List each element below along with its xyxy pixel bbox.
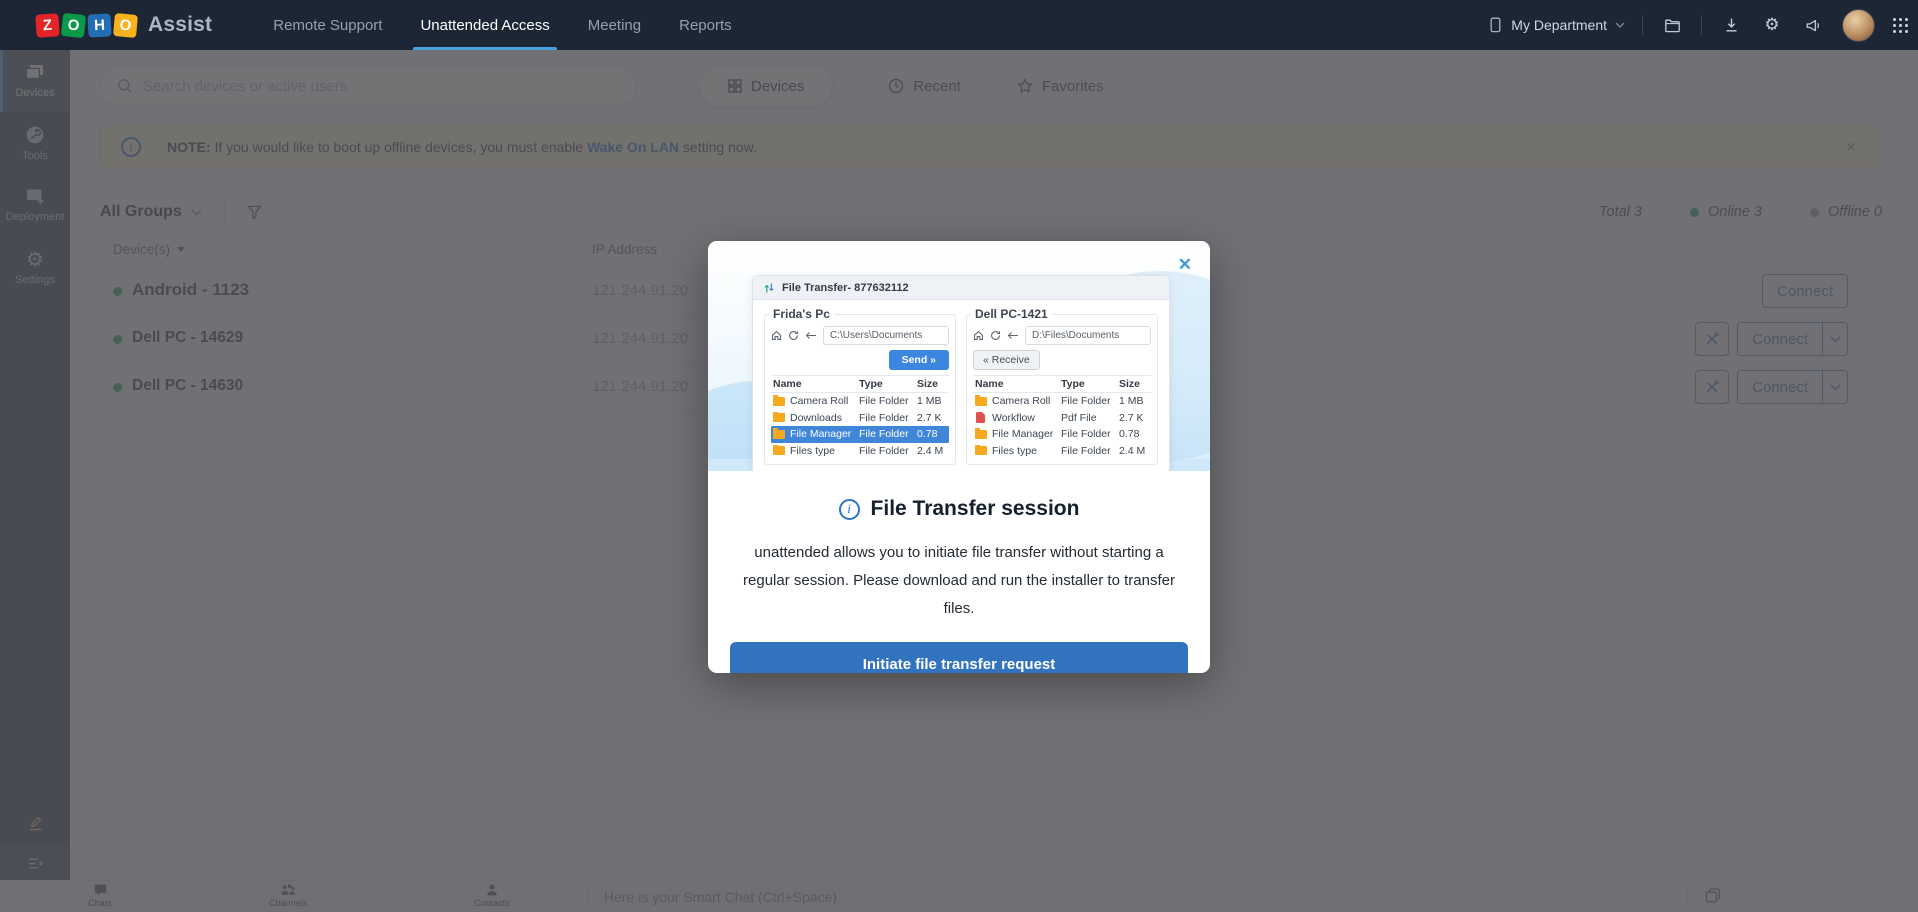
department-icon	[1488, 17, 1503, 33]
nav-remote-support[interactable]: Remote Support	[254, 0, 401, 50]
nav-reports[interactable]: Reports	[660, 0, 751, 50]
folder-icon[interactable]	[1660, 13, 1684, 37]
modal-title-row: i File Transfer session	[730, 497, 1188, 521]
folder-icon	[975, 446, 987, 455]
primary-nav: Remote Support Unattended Access Meeting…	[254, 0, 750, 50]
illustration-send-row: Send »	[771, 350, 949, 371]
illustration-window-titlebar: File Transfer- 877632112	[753, 276, 1169, 300]
zoho-assist-app: Z O H O Assist Remote Support Unattended…	[0, 0, 1918, 912]
illustration-file-row: Downloads File Folder 2.7 K	[771, 410, 949, 427]
modal-title: File Transfer session	[871, 497, 1080, 521]
user-avatar[interactable]	[1842, 9, 1875, 42]
col-size: Size	[917, 378, 947, 390]
illustration-file-row: Camera Roll File Folder 1 MB	[973, 393, 1151, 410]
illustration-file-row: Files type File Folder 2.4 M	[771, 443, 949, 460]
zoho-assist-logo[interactable]: Z O H O Assist	[36, 13, 212, 37]
illustration-receive-button: « Receive	[973, 350, 1040, 370]
file-transfer-illustration: File Transfer- 877632112 Frida's Pc C:\U…	[708, 241, 1210, 471]
logo-tile: O	[113, 13, 138, 38]
file-transfer-modal: ✕ File Transfer- 877632112 Frida's Pc	[708, 241, 1210, 673]
illustration-file-row: Workflow Pdf File 2.7 K	[973, 410, 1151, 427]
illustration-local-panel: Frida's Pc C:\Users\Documents Send »	[764, 307, 956, 465]
illustration-path-toolbar: D:\Files\Documents	[973, 326, 1151, 345]
product-name: Assist	[148, 13, 212, 37]
info-icon: i	[839, 499, 860, 520]
illustration-window: File Transfer- 877632112 Frida's Pc C:\U…	[752, 275, 1170, 471]
apps-grid-icon[interactable]	[1892, 17, 1908, 33]
pdf-file-icon	[976, 412, 985, 423]
illustration-send-button: Send »	[889, 350, 949, 370]
col-type: Type	[1061, 378, 1119, 390]
illustration-list-header: Name Type Size	[973, 375, 1151, 393]
announcements-megaphone-icon[interactable]	[1801, 13, 1825, 37]
divider	[1642, 15, 1643, 35]
col-name: Name	[975, 378, 1061, 390]
illustration-path-toolbar: C:\Users\Documents	[771, 326, 949, 345]
illustration-device-name: Frida's Pc	[769, 307, 834, 321]
initiate-file-transfer-button[interactable]: Initiate file transfer request	[730, 642, 1188, 673]
department-label: My Department	[1511, 17, 1607, 33]
folder-icon	[773, 413, 785, 422]
folder-icon	[975, 430, 987, 439]
illustration-receive-row: « Receive	[973, 350, 1151, 371]
modal-body: i File Transfer session unattended allow…	[708, 471, 1210, 673]
illustration-path-input: D:\Files\Documents	[1025, 326, 1151, 345]
folder-icon	[773, 430, 785, 439]
illustration-list-header: Name Type Size	[771, 375, 949, 393]
col-name: Name	[773, 378, 859, 390]
divider	[1701, 15, 1702, 35]
department-selector[interactable]: My Department	[1488, 17, 1625, 33]
folder-icon	[773, 446, 785, 455]
logo-tile: Z	[35, 13, 60, 38]
illustration-window-title: File Transfer- 877632112	[782, 282, 909, 294]
illustration-file-row: Files type File Folder 2.4 M	[973, 443, 1151, 460]
refresh-icon	[788, 330, 799, 341]
illustration-panels: Frida's Pc C:\Users\Documents Send »	[753, 300, 1169, 471]
nav-meeting[interactable]: Meeting	[569, 0, 660, 50]
modal-close-icon[interactable]: ✕	[1175, 252, 1195, 278]
home-icon	[973, 330, 984, 341]
illustration-file-list: Name Type Size Camera Roll File Folder 1…	[973, 375, 1151, 459]
settings-gear-icon[interactable]: ⚙	[1760, 13, 1784, 37]
illustration-file-row: Camera Roll File Folder 1 MB	[771, 393, 949, 410]
illustration-device-name: Dell PC-1421	[971, 307, 1052, 321]
home-icon	[771, 330, 782, 341]
download-icon[interactable]	[1719, 13, 1743, 37]
refresh-icon	[990, 330, 1001, 341]
nav-unattended-access[interactable]: Unattended Access	[401, 0, 568, 50]
illustration-file-list: Name Type Size Camera Roll File Folder 1…	[771, 375, 949, 459]
top-navbar: Z O H O Assist Remote Support Unattended…	[0, 0, 1918, 50]
zoho-logo-tiles: Z O H O	[36, 14, 137, 37]
illustration-path-input: C:\Users\Documents	[823, 326, 949, 345]
illustration-file-row-selected: File Manager File Folder 0.78	[771, 426, 949, 443]
col-type: Type	[859, 378, 917, 390]
back-arrow-icon	[1007, 331, 1019, 340]
modal-description: unattended allows you to initiate file t…	[730, 539, 1188, 622]
back-arrow-icon	[805, 331, 817, 340]
logo-tile: O	[61, 12, 86, 37]
navbar-right-cluster: My Department ⚙	[1488, 9, 1918, 42]
chevron-down-icon	[1615, 22, 1625, 28]
illustration-remote-panel: Dell PC-1421 D:\Files\Documents « Receiv…	[966, 307, 1158, 465]
folder-icon	[773, 397, 785, 406]
transfer-arrows-icon	[763, 282, 775, 294]
col-size: Size	[1119, 378, 1149, 390]
illustration-file-row: File Manager File Folder 0.78	[973, 426, 1151, 443]
folder-icon	[975, 397, 987, 406]
logo-tile: H	[87, 13, 111, 37]
